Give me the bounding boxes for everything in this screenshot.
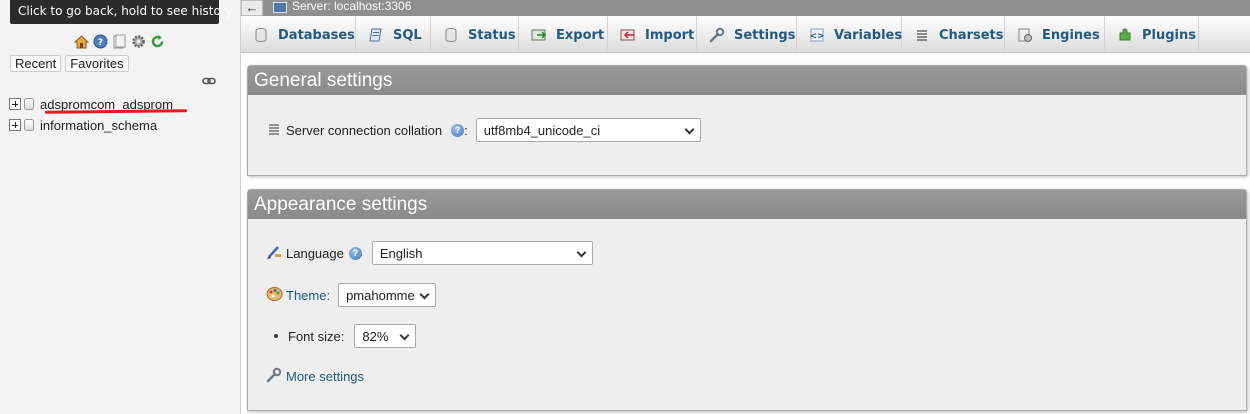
more-settings-row: More settings [266, 367, 364, 386]
fontsize-value: 82% [362, 328, 389, 344]
server-breadcrumb: ← Server: localhost:3306 [241, 0, 1250, 16]
import-icon [620, 27, 636, 43]
appearance-settings-panel: Appearance settings Language ? English T… [247, 189, 1247, 411]
tab-label: Import [645, 27, 695, 43]
language-icon [266, 244, 282, 263]
db-item-information-schema[interactable]: information_schema [9, 117, 157, 133]
collation-select[interactable]: utf8mb4_unicode_ci [475, 118, 701, 142]
collation-value: utf8mb4_unicode_ci [483, 122, 601, 138]
fontsize-row: Font size: 82% [274, 324, 417, 348]
db-name[interactable]: information_schema [40, 118, 157, 133]
tab-label: Settings [734, 27, 796, 43]
tab-settings[interactable]: Settings [697, 17, 797, 53]
language-value: English [379, 245, 423, 261]
tab-plugins[interactable]: Plugins [1105, 17, 1199, 53]
chevron-down-icon [684, 124, 695, 135]
server-link[interactable]: Server: localhost:3306 [292, 0, 411, 13]
help-icon[interactable]: ? [451, 123, 465, 137]
charsets-icon [914, 27, 930, 43]
more-settings-link[interactable]: More settings [286, 369, 364, 384]
engines-icon [1017, 27, 1033, 43]
language-label: Language [286, 245, 344, 261]
bullet [274, 334, 278, 338]
variables-icon: <> [809, 27, 825, 43]
tab-export[interactable]: Export [519, 17, 608, 53]
theme-row: Theme: pmahomme [266, 283, 437, 307]
database-icon [253, 27, 269, 43]
plugin-icon [1117, 27, 1133, 43]
expand-icon[interactable] [9, 119, 21, 131]
collation-row: Server connection collation ? : utf8mb4_… [268, 118, 701, 142]
help-icon[interactable]: ? [93, 34, 108, 49]
tab-label: Status [468, 27, 516, 43]
language-select[interactable]: English [371, 241, 593, 265]
export-icon [531, 27, 547, 43]
tab-label: Plugins [1142, 27, 1196, 43]
tab-label: Variables [834, 27, 903, 43]
svg-text:<>: <> [809, 32, 824, 42]
tab-label: Export [556, 27, 605, 43]
sql-icon [368, 27, 384, 43]
database-icon [24, 98, 34, 110]
tab-label: SQL [393, 27, 422, 43]
recent-tab[interactable]: Recent [10, 55, 62, 72]
navigation-panel: ? Recent Favorites adspromcom_adsprom in… [0, 0, 241, 414]
collation-colon: : [464, 122, 468, 138]
highlight-underline [44, 109, 188, 114]
back-button[interactable]: ← [241, 0, 263, 16]
top-menu: Databases SQL Status Export Import Setti… [241, 17, 1250, 53]
tab-label: Charsets [939, 27, 1004, 43]
fontsize-select[interactable]: 82% [354, 324, 417, 348]
status-icon [443, 27, 459, 43]
home-icon[interactable] [73, 34, 90, 49]
collation-label: Server connection collation [286, 122, 443, 138]
tab-engines[interactable]: Engines [1005, 17, 1105, 53]
back-tooltip: Click to go back, hold to see history [10, 0, 233, 24]
tab-label: Databases [278, 27, 355, 43]
svg-text:?: ? [98, 38, 103, 48]
wrench-icon [709, 27, 725, 43]
tab-sql[interactable]: SQL [356, 17, 431, 53]
tab-charsets[interactable]: Charsets [902, 17, 1005, 53]
language-row: Language ? English [266, 241, 593, 265]
database-icon [24, 119, 34, 131]
favorites-tab[interactable]: Favorites [65, 55, 129, 72]
reload-icon[interactable] [150, 34, 165, 49]
wrench-icon [266, 367, 282, 386]
tab-databases[interactable]: Databases [241, 17, 356, 53]
panel-title: General settings [248, 66, 1246, 95]
expand-icon[interactable] [9, 98, 21, 110]
theme-palette-icon [266, 286, 283, 305]
theme-select[interactable]: pmahomme [338, 283, 437, 307]
tab-import[interactable]: Import [608, 17, 697, 53]
panel-title: Appearance settings [248, 190, 1246, 219]
chevron-down-icon [419, 289, 430, 300]
theme-link[interactable]: Theme: [286, 288, 330, 303]
collation-icon [268, 123, 280, 138]
nav-tabs: Recent Favorites [10, 55, 129, 72]
chevron-down-icon [576, 247, 587, 258]
chevron-down-icon [399, 330, 410, 341]
tab-variables[interactable]: <> Variables [797, 17, 902, 53]
server-icon [273, 2, 287, 13]
settings-icon[interactable] [131, 34, 146, 49]
help-icon[interactable]: ? [348, 246, 362, 260]
tab-label: Engines [1042, 27, 1100, 43]
tab-status[interactable]: Status [431, 17, 519, 53]
theme-value: pmahomme [346, 287, 415, 303]
link-icon[interactable] [202, 75, 216, 85]
docs-icon[interactable] [112, 34, 127, 49]
general-settings-panel: General settings Server connection colla… [247, 65, 1247, 176]
fontsize-label: Font size: [288, 328, 345, 344]
nav-icon-bar: ? [73, 33, 165, 49]
